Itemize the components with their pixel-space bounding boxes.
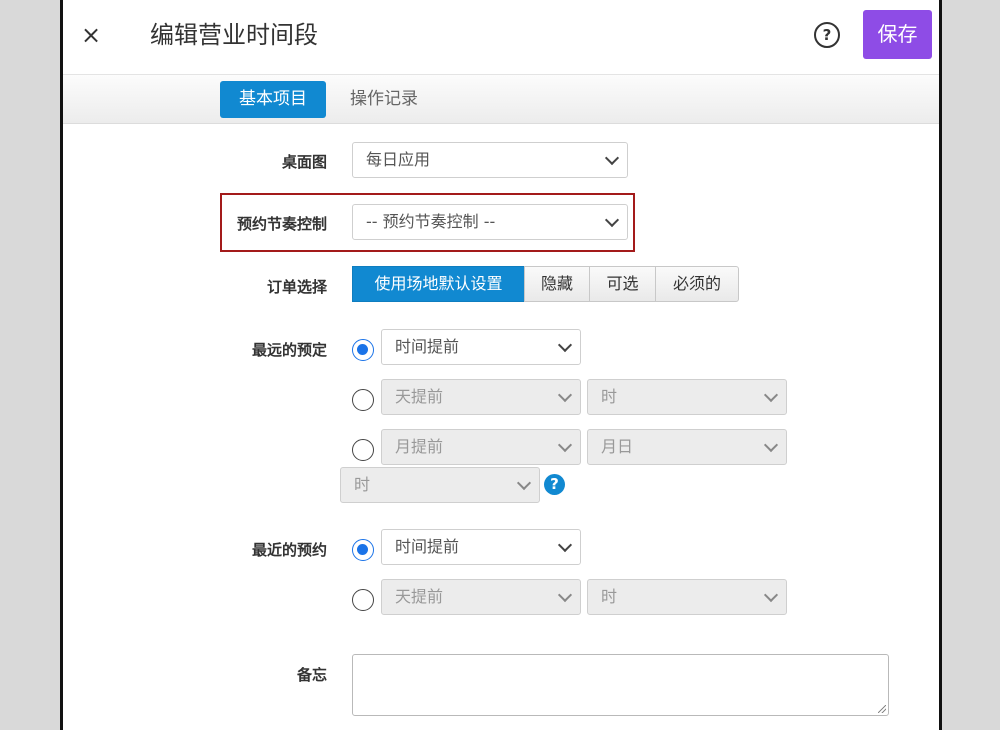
close-icon[interactable]: × (79, 22, 103, 48)
question-circle-icon[interactable]: ? (544, 474, 565, 495)
latest-booking-unit-value-2: 天提前 (395, 387, 444, 406)
order-choice-optional[interactable]: 可选 (589, 266, 656, 302)
chevron-down-icon (604, 212, 620, 228)
latest-booking-radio-1[interactable] (352, 339, 374, 361)
rhythm-control-select[interactable]: -- 预约节奏控制 -- (352, 204, 628, 240)
edit-business-hours-dialog: × 编辑营业时间段 ? 保存 基本项目 操作记录 桌面图 每日应用 预约节奏控制… (60, 0, 942, 730)
latest-booking-time-select-3[interactable]: 时 (340, 467, 540, 503)
tab-basic-items[interactable]: 基本项目 (220, 81, 326, 118)
chevron-down-icon (516, 475, 532, 491)
latest-booking-label: 最远的预定 (251, 341, 327, 359)
chevron-down-icon (557, 587, 573, 603)
tab-operation-log[interactable]: 操作记录 (331, 81, 437, 118)
resize-grip-icon[interactable] (878, 705, 886, 713)
nearest-booking-unit-select-2[interactable]: 天提前 (381, 579, 581, 615)
chevron-down-icon (557, 387, 573, 403)
latest-booking-unit-select-1[interactable]: 时间提前 (381, 329, 581, 365)
save-button[interactable]: 保存 (863, 10, 932, 59)
desk-view-value: 每日应用 (366, 150, 431, 169)
nearest-booking-time-value-2: 时 (601, 587, 618, 606)
help-icon[interactable]: ? (814, 22, 840, 48)
latest-booking-unit-value-1: 时间提前 (395, 337, 460, 356)
nearest-booking-label: 最近的预约 (251, 541, 327, 559)
desk-view-label: 桌面图 (281, 153, 327, 171)
order-choice-hidden[interactable]: 隐藏 (524, 266, 590, 302)
order-choice-required[interactable]: 必须的 (655, 266, 739, 302)
latest-booking-unit-select-2[interactable]: 天提前 (381, 379, 581, 415)
memo-textarea[interactable] (352, 654, 889, 716)
nearest-booking-radio-1[interactable] (352, 539, 374, 561)
order-choice-default[interactable]: 使用场地默认设置 (352, 266, 525, 302)
dialog-header: × 编辑营业时间段 ? 保存 (63, 0, 939, 75)
tab-bar: 基本项目 操作记录 (63, 75, 939, 124)
rhythm-control-label: 预约节奏控制 (236, 215, 327, 233)
chevron-down-icon (557, 537, 573, 553)
chevron-down-icon (557, 337, 573, 353)
rhythm-control-value: -- 预约节奏控制 -- (366, 212, 496, 231)
latest-booking-radio-2[interactable] (352, 389, 374, 411)
memo-label: 备忘 (296, 666, 327, 684)
latest-booking-date-value-3: 月日 (601, 437, 634, 456)
nearest-booking-radio-2[interactable] (352, 589, 374, 611)
latest-booking-unit-value-3: 月提前 (395, 437, 444, 456)
chevron-down-icon (763, 387, 779, 403)
nearest-booking-unit-value-2: 天提前 (395, 587, 444, 606)
dialog-title: 编辑营业时间段 (150, 21, 318, 49)
latest-booking-time-value-3: 时 (354, 475, 371, 494)
nearest-booking-time-select-2[interactable]: 时 (587, 579, 787, 615)
latest-booking-date-select-3[interactable]: 月日 (587, 429, 787, 465)
nearest-booking-unit-value-1: 时间提前 (395, 537, 460, 556)
chevron-down-icon (763, 437, 779, 453)
latest-booking-time-select-2[interactable]: 时 (587, 379, 787, 415)
chevron-down-icon (557, 437, 573, 453)
chevron-down-icon (604, 150, 620, 166)
latest-booking-unit-select-3[interactable]: 月提前 (381, 429, 581, 465)
desk-view-select[interactable]: 每日应用 (352, 142, 628, 178)
latest-booking-time-value-2: 时 (601, 387, 618, 406)
nearest-booking-unit-select-1[interactable]: 时间提前 (381, 529, 581, 565)
order-choice-label: 订单选择 (266, 278, 327, 296)
chevron-down-icon (763, 587, 779, 603)
latest-booking-radio-3[interactable] (352, 439, 374, 461)
